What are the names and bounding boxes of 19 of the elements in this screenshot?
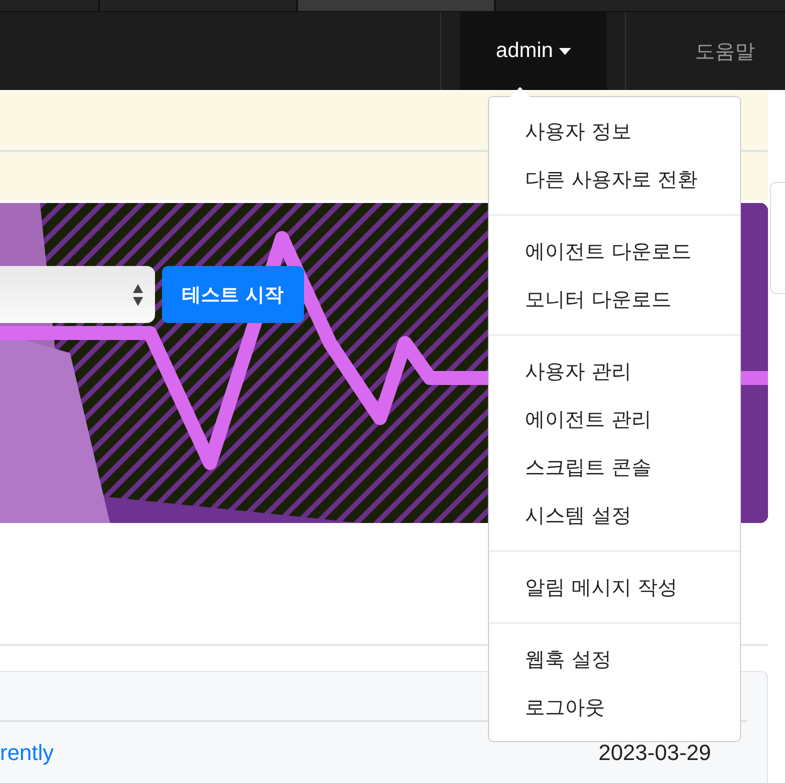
menu-item[interactable]: 사용자 정보 [489,107,740,155]
menu-item[interactable]: 사용자 관리 [489,347,740,395]
caret-icon [559,48,572,54]
help-link[interactable]: 도움말 [645,12,755,90]
menu-item[interactable]: 에이전트 관리 [489,395,740,443]
menu-item[interactable]: 스크립트 콘솔 [489,443,740,491]
menu-item[interactable]: 알림 메시지 작성 [489,563,740,611]
test-select[interactable] [0,266,155,323]
date-text: 2023-03-29 [598,740,711,766]
test-link[interactable]: rently [0,740,54,766]
user-menu[interactable]: admin [460,12,607,90]
up-down-arrows-icon [133,284,143,306]
menu-item[interactable]: 모니터 다운로드 [489,275,740,323]
menu-item[interactable]: 시스템 설정 [489,491,740,539]
menu-item[interactable]: 웹훅 설정 [489,635,740,683]
menu-item[interactable]: 다른 사용자로 전환 [489,155,740,203]
menu-item[interactable]: 에이전트 다운로드 [489,227,740,275]
start-test-button[interactable]: 테스트 시작 [162,266,304,323]
menu-item[interactable]: 로그아웃 [489,683,740,731]
